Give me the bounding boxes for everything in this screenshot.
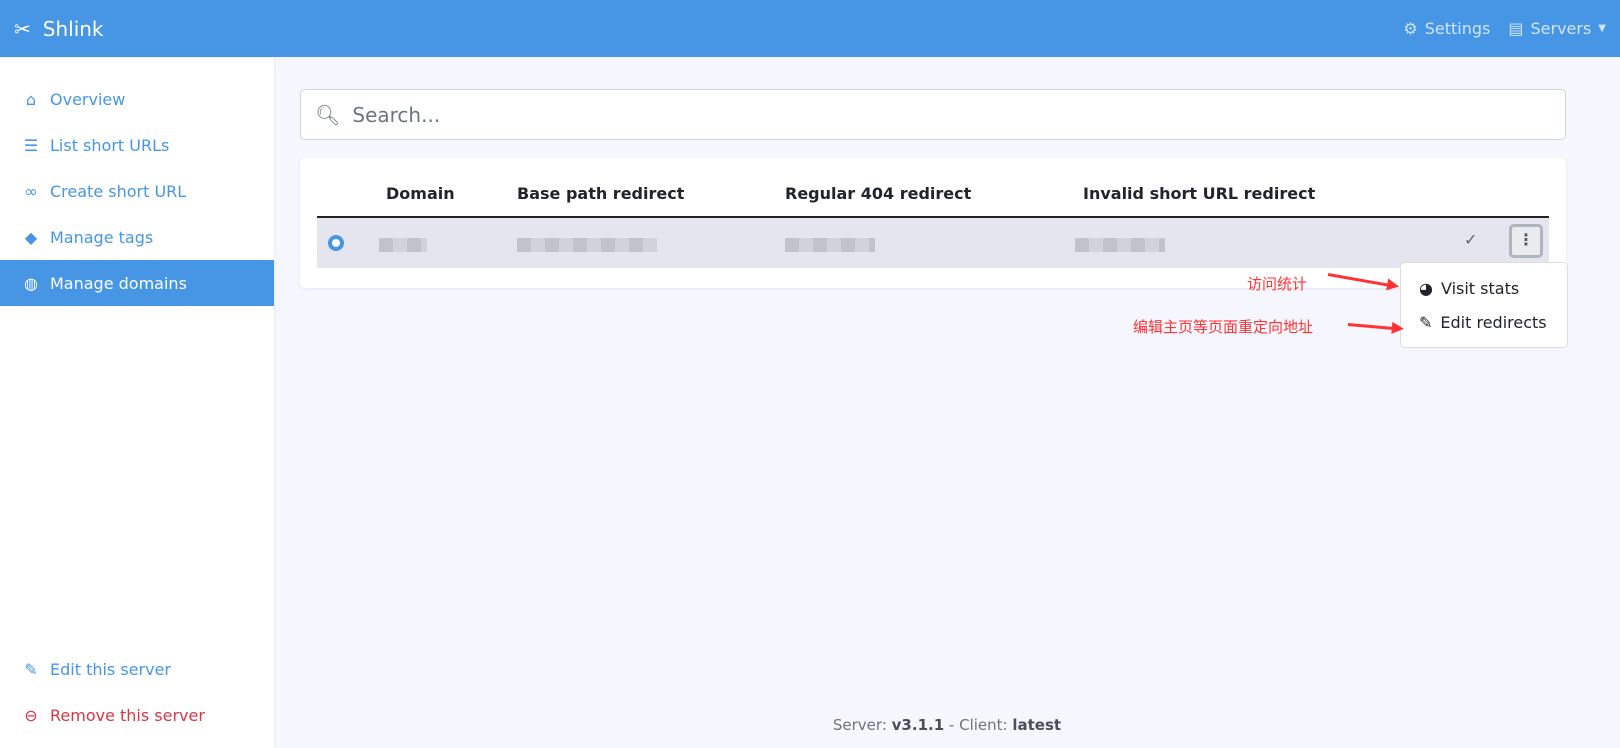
- check-icon: ✓: [1464, 230, 1478, 249]
- annotation-visit-stats: 访问统计: [1247, 275, 1308, 293]
- client-label: - Client:: [944, 716, 1008, 734]
- settings-label: Settings: [1424, 19, 1491, 38]
- gears-icon: ⚙: [1403, 19, 1418, 38]
- sidebar-item-label: Overview: [50, 89, 126, 109]
- server-version: v3.1.1: [891, 716, 945, 734]
- servers-dropdown[interactable]: ▤ Servers ▼: [1508, 19, 1606, 38]
- sidebar-item-label: Manage domains: [50, 273, 187, 293]
- pencil-icon: ✎: [24, 659, 38, 679]
- edit-server-link[interactable]: ✎ Edit this server: [0, 646, 274, 692]
- edit-icon: ✎: [1419, 312, 1433, 332]
- menu-item-edit-redirects[interactable]: ✎ Edit redirects: [1401, 305, 1567, 339]
- search-placeholder: Search...: [352, 102, 441, 127]
- top-navbar: ✂ Shlink ⚙ Settings ▤ Servers ▼: [0, 0, 1620, 57]
- tags-icon: ◆: [24, 227, 38, 247]
- default-domain-icon: [328, 235, 344, 251]
- home-icon: ⌂: [25, 89, 37, 109]
- brand-link[interactable]: ✂ Shlink: [14, 17, 104, 41]
- column-header-domain: Domain: [386, 184, 455, 203]
- remove-server-label: Remove this server: [50, 705, 205, 725]
- sidebar-item-label: Create short URL: [50, 181, 187, 201]
- sidebar-item-label: List short URLs: [50, 135, 170, 155]
- edit-server-label: Edit this server: [50, 659, 171, 679]
- brand-name: Shlink: [42, 16, 104, 41]
- sidebar-item-label: Manage tags: [50, 227, 154, 247]
- settings-link[interactable]: ⚙ Settings: [1403, 19, 1490, 38]
- list-icon: ☰: [23, 135, 39, 155]
- menu-item-label: Visit stats: [1440, 278, 1520, 298]
- annotation-arrow: [1347, 323, 1400, 331]
- link-icon: ∞: [24, 181, 38, 201]
- sidebar-item-list-short-urls[interactable]: ☰ List short URLs: [0, 122, 274, 168]
- minus-circle-icon: ⊖: [24, 705, 38, 725]
- shlink-logo-icon: ✂: [14, 16, 31, 41]
- blurred-domain: [379, 238, 427, 252]
- sidebar-item-create-short-url[interactable]: ∞ Create short URL: [0, 168, 274, 214]
- column-header-base-path-redirect: Base path redirect: [517, 184, 685, 203]
- search-icon: 🔍︎: [315, 102, 341, 127]
- globe-icon: ◍: [24, 273, 38, 293]
- domains-table: Domain Base path redirect Regular 404 re…: [300, 158, 1566, 288]
- menu-item-label: Edit redirects: [1440, 312, 1547, 332]
- server-icon: ▤: [1508, 19, 1524, 38]
- menu-item-visit-stats[interactable]: ◕ Visit stats: [1401, 271, 1567, 305]
- caret-down-icon: ▼: [1598, 23, 1606, 34]
- sidebar-item-manage-tags[interactable]: ◆ Manage tags: [0, 214, 274, 260]
- column-header-regular-404-redirect: Regular 404 redirect: [785, 184, 972, 203]
- remove-server-link[interactable]: ⊖ Remove this server: [0, 692, 274, 738]
- annotation-edit-redirects: 编辑主页等页面重定向地址: [1133, 318, 1314, 336]
- table-row: ✓ ⋮: [317, 218, 1549, 268]
- sidebar: ⌂ Overview ☰ List short URLs ∞ Create short…: [0, 57, 274, 748]
- search-input[interactable]: 🔍︎ Search...: [300, 89, 1566, 140]
- pie-chart-icon: ◕: [1419, 278, 1433, 298]
- server-label: Server:: [832, 716, 887, 734]
- column-header-invalid-short-url-redirect: Invalid short URL redirect: [1083, 184, 1316, 203]
- sidebar-item-overview[interactable]: ⌂ Overview: [0, 76, 274, 122]
- blurred-invalid-redirect: [1075, 238, 1165, 252]
- servers-label: Servers: [1530, 19, 1592, 38]
- version-footer: Server: v3.1.1 - Client: latest: [274, 716, 1620, 734]
- row-actions-menu: ◕ Visit stats ✎ Edit redirects: [1400, 262, 1568, 348]
- sidebar-item-manage-domains[interactable]: ◍ Manage domains: [0, 260, 274, 306]
- row-actions-button[interactable]: ⋮: [1509, 224, 1543, 258]
- blurred-404-redirect: [785, 238, 875, 252]
- client-version: latest: [1012, 716, 1062, 734]
- blurred-base-path: [517, 238, 657, 252]
